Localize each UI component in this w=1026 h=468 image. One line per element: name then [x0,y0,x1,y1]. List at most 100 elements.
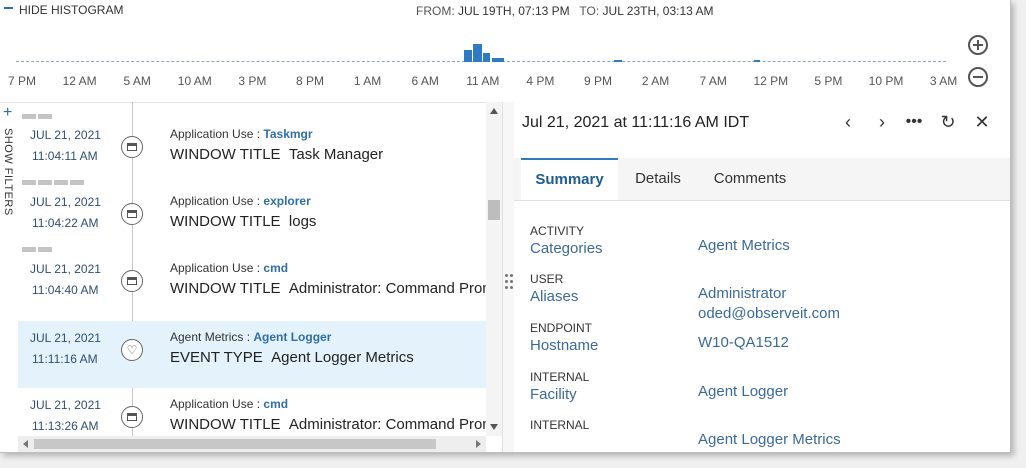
horizontal-scrollbar[interactable] [18,436,486,452]
refresh-icon[interactable]: ↻ [938,112,958,132]
event-type-line: Application Use : cmd [170,397,288,411]
scroll-down-icon[interactable] [490,424,498,430]
event-type: Application Use [170,261,254,275]
event-date: JUL 21, 2021 [30,398,101,412]
histogram-tick-label: 10 AM [177,74,212,88]
window-icon [121,136,143,158]
scroll-up-icon[interactable] [490,108,498,114]
field-subkey: Facility [530,386,577,403]
event-main-line: WINDOW TITLE Task Manager [170,146,383,163]
histogram-bar [483,53,490,62]
next-icon[interactable]: › [872,112,892,132]
summary-field-value[interactable]: Agent Logger Metrics [698,430,841,450]
window-icon [121,406,143,428]
field-key: INTERNAL [530,418,590,432]
event-separator: : [253,397,264,411]
summary-field-value[interactable]: Administrator oded@observeit.com [698,284,840,324]
histogram-bars[interactable] [16,30,946,62]
events-list[interactable]: JUL 21, 2021 11:04:11 AM Application Use :… [18,102,486,436]
event-time: 11:04:22 AM [32,216,99,230]
summary-field-value[interactable]: Agent Metrics [698,236,790,256]
histogram-tick-label: 6 AM [411,74,439,88]
histogram-bar [614,60,622,62]
summary-field-value[interactable]: Agent Logger [698,382,788,402]
app-frame: HIDE HISTOGRAM FROM: JUL 19TH, 07:13 PM … [0,0,1011,453]
summary-field-value[interactable]: W10-QA1512 [698,333,789,353]
field-key: USER [530,272,564,286]
window-icon [121,270,143,292]
field-value[interactable]: W10-QA1512 [698,333,789,353]
time-range: FROM: JUL 19TH, 07:13 PM TO: JUL 23TH, 0… [416,4,714,18]
detail-tabs: Summary Details Comments [514,158,1010,201]
field-value[interactable]: oded@observeit.com [698,304,840,324]
event-date: JUL 21, 2021 [30,195,101,209]
event-time: 11:04:40 AM [32,283,99,297]
event-main-label: WINDOW TITLE [170,146,281,163]
histogram-tick-label: 8 PM [295,74,325,88]
event-main-label: WINDOW TITLE [170,280,281,297]
event-row[interactable]: JUL 21, 2021 11:04:22 AM Application Use :… [18,185,486,252]
window-glyph [127,143,137,151]
show-filters-rail[interactable]: + SHOW FILTERS [0,102,18,452]
histogram-tick-label: 5 AM [123,74,151,88]
field-value[interactable]: Agent Metrics [698,236,790,256]
zoom-out-icon[interactable] [968,67,988,87]
event-time: 11:11:16 AM [32,352,98,366]
event-row[interactable]: JUL 21, 2021 11:11:16 AM ♡ Agent Metrics : … [18,321,486,388]
event-detail-panel: Jul 21, 2021 at 11:11:16 AM IDT ‹ › ••• … [514,102,1010,452]
histogram-tick-label: 12 PM [753,74,789,88]
tab-summary[interactable]: Summary [521,158,618,200]
histogram-panel: HIDE HISTOGRAM FROM: JUL 19TH, 07:13 PM … [0,0,1010,103]
event-app-name[interactable]: cmd [263,397,288,411]
scroll-right-icon[interactable] [476,440,481,448]
event-type: Application Use [170,194,254,208]
field-key: INTERNAL [530,370,590,384]
histogram-tick-label: 12 AM [62,74,97,88]
hide-histogram-toggle[interactable]: HIDE HISTOGRAM [4,3,123,17]
event-type-line: Application Use : Taskmgr [170,127,313,141]
event-type-line: Application Use : explorer [170,194,311,208]
histogram-bar [473,44,482,62]
histogram-tick-label: 7 PM [7,74,37,88]
histogram-tick-label: 3 PM [238,74,267,88]
event-type-line: Application Use : cmd [170,261,288,275]
event-date: JUL 21, 2021 [30,128,101,142]
event-app-name[interactable]: Agent Logger [253,330,331,344]
tab-comments[interactable]: Comments [702,158,798,200]
summary-field-label: USER Aliases [530,272,578,305]
from-value: JUL 19TH, 07:13 PM [458,4,570,18]
event-type: Application Use [170,127,254,141]
event-main-line: WINDOW TITLE logs [170,213,316,230]
histogram-tick-label: 3 AM [929,74,958,88]
summary-field-label: ENDPOINT Hostname [530,321,598,354]
event-app-name[interactable]: explorer [263,194,310,208]
close-icon[interactable]: ✕ [972,112,992,132]
scroll-thumb[interactable] [488,200,500,220]
event-row[interactable]: JUL 21, 2021 11:04:40 AM Application Use :… [18,252,486,319]
scroll-left-icon[interactable] [23,440,28,448]
previous-icon[interactable]: ‹ [838,112,858,132]
event-main-label: WINDOW TITLE [170,213,281,230]
zoom-in-icon[interactable] [968,35,988,55]
more-options-icon[interactable]: ••• [904,112,924,132]
event-app-name[interactable]: Taskmgr [263,127,312,141]
histogram-tick-label: 1 AM [353,74,382,88]
hscroll-thumb[interactable] [34,439,436,449]
vertical-scrollbar[interactable] [486,102,502,436]
summary-field-label: INTERNAL [530,418,589,432]
event-row[interactable]: JUL 21, 2021 11:13:26 AM Application Use :… [18,388,486,436]
histogram-tick-label: 7 AM [699,74,727,88]
summary-field-label: INTERNAL Facility [530,370,589,403]
event-date: JUL 21, 2021 [30,262,101,276]
field-subkey: Aliases [530,288,579,305]
window-glyph [127,277,137,285]
tab-details[interactable]: Details [622,158,694,200]
drag-handle-icon[interactable] [505,274,513,290]
field-value[interactable]: Agent Logger [698,382,788,402]
event-main-value: Agent Logger Metrics [271,349,414,366]
event-row[interactable]: JUL 21, 2021 11:04:11 AM Application Use :… [18,118,486,185]
field-value[interactable]: Agent Logger Metrics [698,430,841,450]
heart-glyph: ♡ [126,343,138,357]
event-app-name[interactable]: cmd [263,261,288,275]
field-value[interactable]: Administrator [698,284,840,304]
